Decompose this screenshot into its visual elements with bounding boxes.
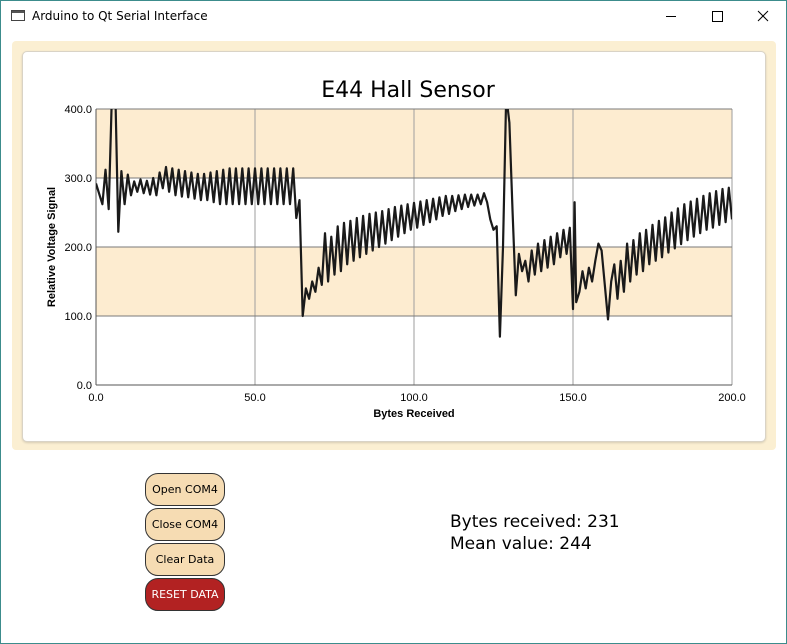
stats-panel: Bytes received: 231 Mean value: 244 <box>450 511 620 555</box>
x-tick-label: 150.0 <box>559 392 587 404</box>
y-tick-label: 300.0 <box>64 173 92 185</box>
x-axis-label: Bytes Received <box>373 408 454 420</box>
chart-title: E44 Hall Sensor <box>321 78 495 103</box>
maximize-button[interactable] <box>694 1 740 32</box>
y-tick-label: 100.0 <box>64 311 92 323</box>
y-tick-label: 200.0 <box>64 242 92 254</box>
x-tick-label: 100.0 <box>400 392 428 404</box>
y-tick-label: 0.0 <box>77 380 92 392</box>
reset-data-button[interactable]: RESET DATA <box>145 578 225 611</box>
y-tick-label: 400.0 <box>64 104 92 116</box>
minimize-button[interactable] <box>648 1 694 32</box>
minimize-icon <box>666 16 676 17</box>
x-tick-label: 200.0 <box>718 392 746 404</box>
close-com-button[interactable]: Close COM4 <box>145 508 225 541</box>
x-tick-label: 50.0 <box>244 392 265 404</box>
app-icon <box>11 10 25 21</box>
y-axis-label: Relative Voltage Signal <box>46 187 58 307</box>
close-button[interactable] <box>740 1 786 32</box>
chart-panel: 0.0 50.0 100.0 150.0 200.0 0.0 100.0 200.0 300.0… <box>22 51 766 442</box>
clear-data-button[interactable]: Clear Data <box>145 543 225 576</box>
bytes-received-text: Bytes received: 231 <box>450 512 620 532</box>
close-icon <box>757 10 769 22</box>
x-tick-label: 0.0 <box>88 392 103 404</box>
title-bar: Arduino to Qt Serial Interface <box>1 1 786 32</box>
mean-value-text: Mean value: 244 <box>450 534 592 554</box>
open-com-button[interactable]: Open COM4 <box>145 473 225 506</box>
hall-sensor-chart: 0.0 50.0 100.0 150.0 200.0 0.0 100.0 200.0 300.0… <box>46 78 746 420</box>
maximize-icon <box>712 11 723 22</box>
window-title: Arduino to Qt Serial Interface <box>32 9 208 23</box>
